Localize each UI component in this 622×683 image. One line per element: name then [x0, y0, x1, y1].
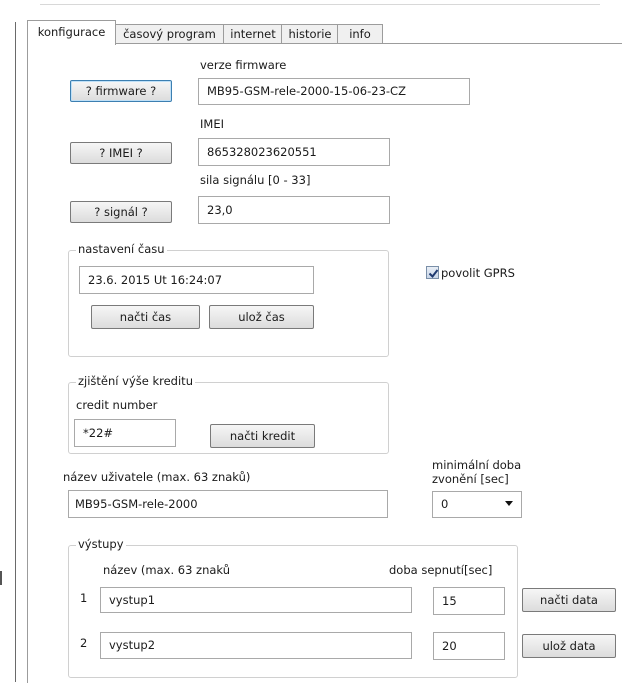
firmware-version-field[interactable]: MB95-GSM-rele-2000-15-06-23-CZ	[198, 78, 470, 105]
tab-casovy-program[interactable]: časový program	[114, 24, 225, 44]
outputs-legend: výstupy	[76, 537, 126, 551]
output-row-1-name-field[interactable]: vystup1	[100, 587, 412, 613]
read-time-button[interactable]: načti čas	[91, 305, 200, 329]
min-ring-label-line2: zvonění [sec]	[432, 472, 509, 486]
signal-query-button[interactable]: ? signál ?	[70, 201, 172, 223]
tab-internet[interactable]: internet	[223, 24, 283, 44]
credit-check-legend: zjištění výše kreditu	[76, 374, 195, 388]
signal-strength-field[interactable]: 23,0	[198, 196, 390, 224]
imei-query-button[interactable]: ? IMEI ?	[70, 142, 172, 164]
read-data-button[interactable]: načti data	[522, 588, 616, 612]
checkmark-icon	[428, 269, 439, 279]
output-row-2-index: 2	[80, 636, 88, 650]
min-ring-value: 0	[441, 497, 449, 511]
tab-konfigurace[interactable]: konfigurace	[27, 20, 116, 45]
output-name-header: název (max. 63 znaků	[103, 563, 231, 577]
window-edge-mark	[0, 571, 2, 585]
read-credit-button[interactable]: načti kredit	[210, 424, 315, 448]
signal-strength-label: sila signálu [0 - 33]	[200, 173, 311, 187]
tab-info[interactable]: info	[337, 24, 383, 44]
firmware-version-label: verze firmware	[200, 58, 287, 72]
time-field[interactable]: 23.6. 2015 Ut 16:24:07	[79, 266, 314, 294]
min-ring-select[interactable]: 0	[432, 491, 522, 518]
user-name-field[interactable]: MB95-GSM-rele-2000	[68, 490, 388, 518]
tab-historie[interactable]: historie	[281, 24, 339, 44]
imei-label: IMEI	[200, 117, 224, 131]
credit-number-field[interactable]: *22#	[74, 419, 176, 447]
min-ring-label-line1: minimální doba	[432, 458, 522, 472]
user-name-label: název uživatele (max. 63 znaků)	[63, 470, 251, 484]
time-settings-legend: nastavení času	[76, 242, 167, 256]
firmware-query-button[interactable]: ? firmware ?	[70, 80, 172, 102]
window-top-edge	[40, 4, 600, 5]
credit-number-label: credit number	[76, 398, 158, 412]
output-row-1-time-field[interactable]: 15	[433, 587, 505, 615]
window-left-border	[15, 22, 16, 682]
save-time-button[interactable]: ulož čas	[209, 305, 314, 329]
output-row-1-index: 1	[80, 591, 88, 605]
save-data-button[interactable]: ulož data	[522, 634, 616, 658]
imei-field[interactable]: 865328023620551	[198, 138, 390, 166]
gprs-label: povolit GPRS	[441, 266, 515, 280]
output-time-header: doba sepnutí[sec]	[389, 563, 493, 577]
output-row-2-name-field[interactable]: vystup2	[100, 632, 412, 659]
dropdown-arrow-icon	[505, 501, 513, 506]
gprs-checkbox[interactable]	[426, 266, 439, 279]
output-row-2-time-field[interactable]: 20	[433, 632, 505, 660]
